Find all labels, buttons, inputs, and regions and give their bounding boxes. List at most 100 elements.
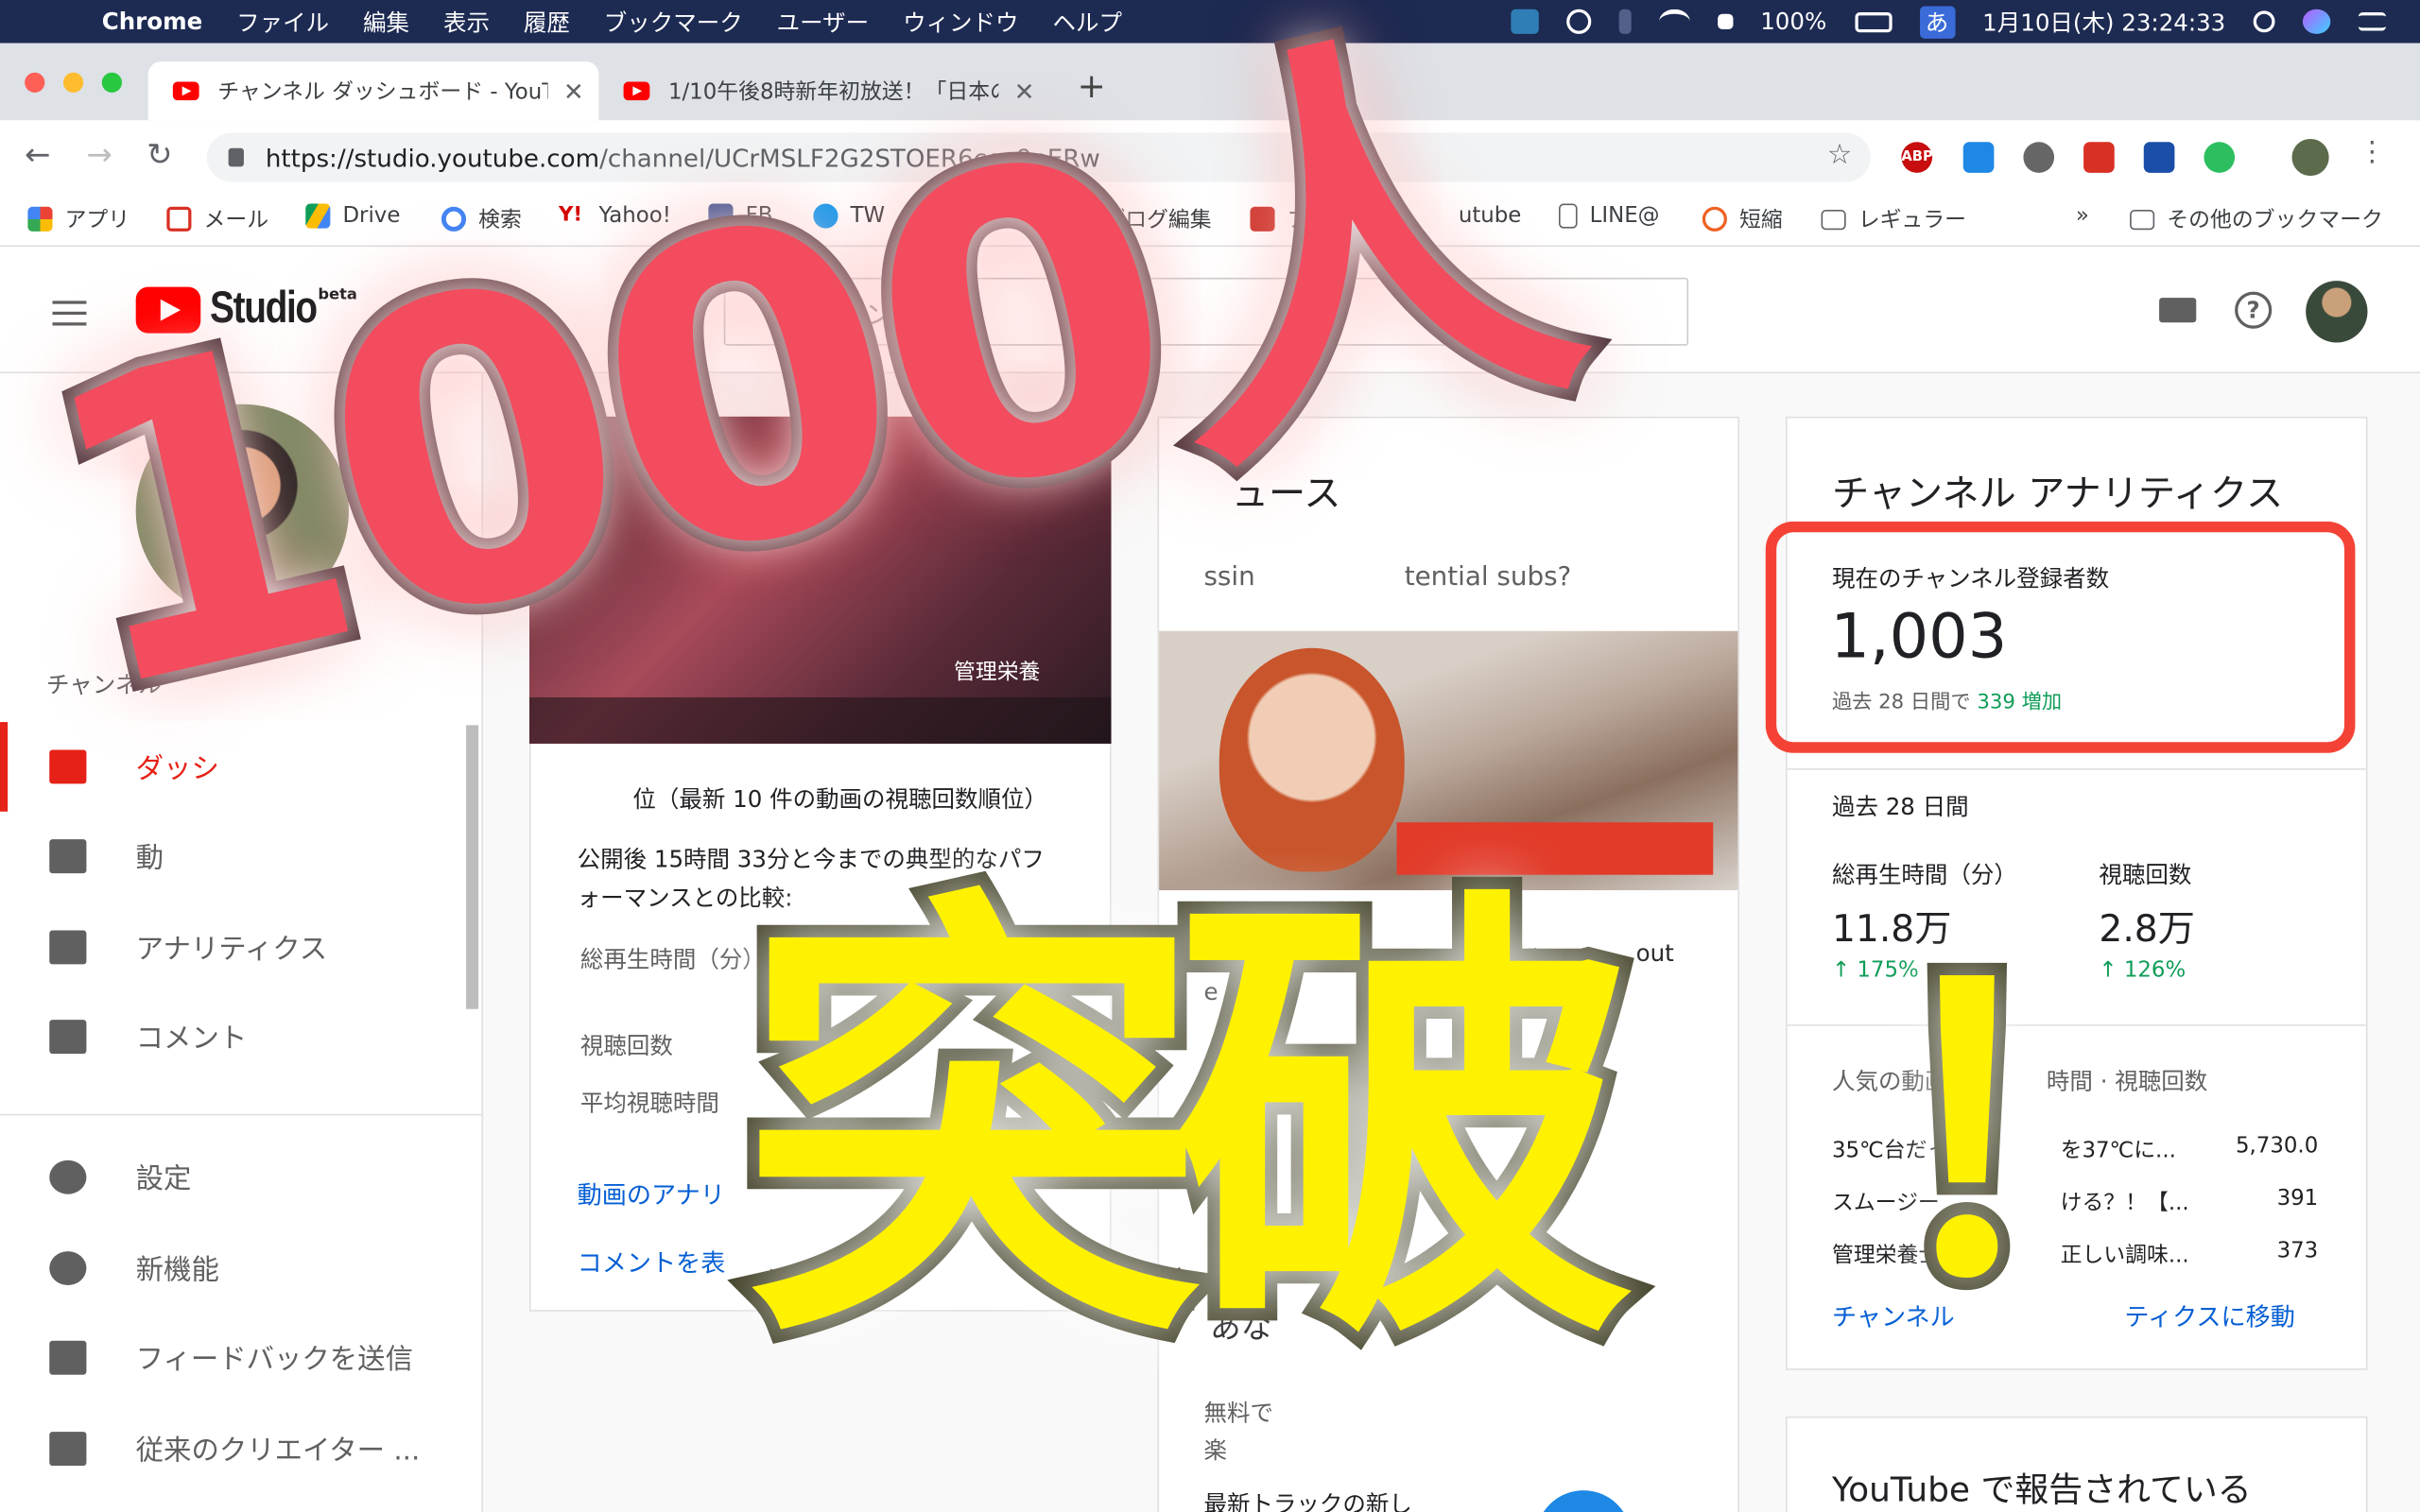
extension-bl-icon[interactable] <box>1962 142 1995 173</box>
wifi-icon[interactable] <box>1658 9 1690 34</box>
bookmarks-overflow-button[interactable]: » <box>2076 204 2089 229</box>
sidebar-item-classic-studio[interactable]: 従来のクリエイター ... <box>0 1404 478 1494</box>
sidebar-divider <box>0 1113 482 1116</box>
tab-close-icon[interactable]: ✕ <box>563 77 584 106</box>
reported-card-title: YouTube で報告されている <box>1831 1471 2252 1511</box>
sidebar-item-comments[interactable]: コメント <box>0 992 478 1082</box>
notification-center-icon[interactable] <box>2358 12 2387 31</box>
period-label: 過去 28 日間 <box>1831 793 1969 821</box>
sidebar-item-settings[interactable]: 設定 <box>0 1132 478 1222</box>
thumbnail-caption: 管理栄養 <box>953 660 1041 685</box>
exit-icon <box>49 1432 87 1467</box>
extension-globe-icon[interactable] <box>2023 142 2055 173</box>
adblock-plus-icon[interactable]: ABP <box>1901 142 1933 173</box>
sidebar-item-label: 動 <box>135 842 164 875</box>
profile-avatar-icon[interactable] <box>2291 138 2329 177</box>
siri-icon[interactable] <box>2302 9 2331 34</box>
video-analytics-link[interactable]: 動画のアナリ <box>578 1174 725 1211</box>
avg-view-label: 平均視聴時間 <box>579 1089 719 1118</box>
time-machine-icon[interactable] <box>1565 9 1591 34</box>
sidebar-item-analytics[interactable]: アナリティクス <box>0 902 478 992</box>
bluetooth-icon[interactable] <box>1618 9 1632 34</box>
sidebar-item-videos[interactable]: 動 <box>0 812 478 902</box>
reload-icon[interactable]: ↻ <box>147 136 172 173</box>
bookmark-star-icon[interactable]: ☆ <box>1827 139 1852 171</box>
dashboard-icon <box>49 749 87 784</box>
news-subtitle-a: ssin <box>1203 561 1255 593</box>
forward-arrow-icon[interactable]: → <box>86 136 112 173</box>
youtube-favicon-icon <box>172 81 199 101</box>
up-arrow-icon: ↑ <box>1831 957 1858 983</box>
create-video-icon[interactable] <box>2159 298 2197 323</box>
help-icon[interactable]: ? <box>2235 291 2273 329</box>
bookmark-label: 短縮 <box>1738 208 1783 233</box>
bookmark-label: LINE@ <box>1589 203 1660 229</box>
sidebar-item-label: フィードバックを送信 <box>135 1344 413 1377</box>
feedback-icon <box>49 1340 87 1375</box>
menu-file[interactable]: ファイル <box>236 6 329 38</box>
video-value: 373 <box>2276 1239 2319 1264</box>
window-zoom-button[interactable] <box>101 72 122 93</box>
news-thumbnail-person <box>1219 647 1405 872</box>
window-close-button[interactable] <box>25 72 45 93</box>
back-arrow-icon[interactable]: ← <box>25 136 50 173</box>
menubar-clock[interactable]: 1月10日(木) 23:24:33 <box>1982 6 2225 38</box>
bookmark-shorten[interactable]: 短縮 <box>1702 204 1783 235</box>
sidebar-scrollbar[interactable] <box>466 725 479 1009</box>
menu-app-name[interactable]: Chrome <box>102 8 202 35</box>
news-s2-text-1: 無料で <box>1203 1399 1273 1428</box>
news-s2-text-2: 楽 <box>1203 1436 1227 1465</box>
apps-grid-icon <box>27 206 53 232</box>
spotlight-search-icon[interactable] <box>2253 10 2275 33</box>
bookmark-label: アプリ <box>64 208 130 233</box>
overlay-exclamation-text: ！ <box>1858 911 2269 1361</box>
bookmark-folder-regular[interactable]: レギュラー <box>1821 204 1966 235</box>
menu-edit[interactable]: 編集 <box>363 6 409 38</box>
window-minimize-button[interactable] <box>62 72 84 93</box>
highlight-box <box>1765 521 2356 753</box>
bookmark-mail[interactable]: メール <box>166 204 268 235</box>
url-host: https://studio.youtube.com <box>265 143 600 173</box>
bookmark-apps[interactable]: アプリ <box>27 204 130 235</box>
gmail-icon <box>166 206 192 232</box>
sidebar-item-whats-new[interactable]: 新機能 <box>0 1224 478 1314</box>
bookmark-label: その他のブックマーク <box>2167 208 2383 233</box>
sidebar-item-feedback[interactable]: フィードバックを送信 <box>0 1313 478 1402</box>
folder-icon <box>1821 209 1846 230</box>
menu-window[interactable]: ウィンドウ <box>903 6 1018 38</box>
volume-icon[interactable] <box>1717 13 1733 30</box>
folder-icon <box>2130 209 2155 230</box>
menu-help[interactable]: ヘルプ <box>1052 6 1121 38</box>
menu-user[interactable]: ユーザー <box>777 6 869 38</box>
menu-view[interactable]: 表示 <box>443 6 490 38</box>
sidebar-item-label: 設定 <box>135 1163 192 1196</box>
screen: Chrome ファイル 編集 表示 履歴 ブックマーク ユーザー ウィンドウ ヘ… <box>0 0 2420 1512</box>
analytics-divider <box>1787 768 2366 770</box>
bitly-icon <box>1702 206 1727 232</box>
video-value: 391 <box>2276 1186 2319 1211</box>
metric-views-label: 視聴回数 <box>2099 861 2192 889</box>
ime-indicator[interactable]: あ <box>1919 5 1955 38</box>
battery-icon[interactable] <box>1854 11 1892 32</box>
bookmark-line[interactable]: LINE@ <box>1558 203 1660 229</box>
account-avatar[interactable] <box>2306 281 2368 343</box>
cast-status-icon[interactable] <box>1510 9 1539 34</box>
lock-icon[interactable] <box>228 147 244 167</box>
bookmark-label: レギュラー <box>1858 208 1966 233</box>
tab-title: チャンネル ダッシュボード - YouT <box>217 79 548 106</box>
chrome-menu-icon[interactable]: ⋮ <box>2359 136 2386 168</box>
view-comments-link[interactable]: コメントを表 <box>578 1242 726 1279</box>
evernote-icon[interactable] <box>2204 142 2236 173</box>
metric-watch-time-label: 総再生時間（分） <box>1831 861 2017 889</box>
bookmark-label: メール <box>203 208 269 233</box>
gmail-extension-icon[interactable] <box>2083 142 2115 173</box>
thumbnail-caption-bar <box>529 696 1112 744</box>
extension-chart-icon[interactable] <box>2143 142 2175 173</box>
tab-dashboard[interactable]: チャンネル ダッシュボード - YouT ✕ <box>147 61 599 121</box>
watch-time-label: 総再生時間（分） <box>579 945 766 974</box>
analytics-title: チャンネル アナリティクス <box>1831 472 2284 516</box>
new-badge-icon <box>49 1251 87 1285</box>
menu-history[interactable]: 履歴 <box>524 6 570 38</box>
bookmark-folder-other[interactable]: その他のブックマーク <box>2130 204 2383 235</box>
menu-bookmarks[interactable]: ブックマーク <box>604 6 743 38</box>
